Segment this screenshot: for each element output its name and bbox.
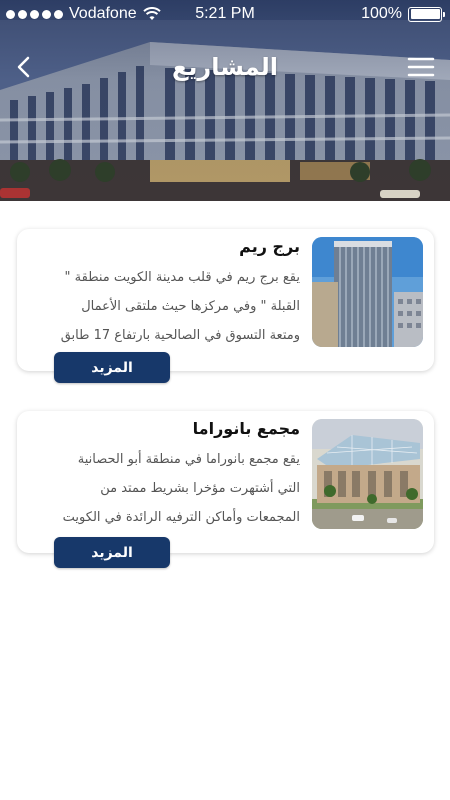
header-hero-image <box>0 0 450 201</box>
page-title: المشاريع <box>172 53 278 81</box>
status-right: 100% <box>361 5 445 23</box>
description-line: يقع برج ريم في قلب مدينة الكويت منطقة " <box>64 270 300 285</box>
project-description: يقع برج ريم في قلب مدينة الكويت منطقة " … <box>20 263 300 350</box>
more-button[interactable]: المزيد <box>54 352 170 383</box>
project-thumbnail <box>312 237 423 347</box>
battery-percent: 100% <box>361 5 402 22</box>
status-bar: Vodafone 5:21 PM 100% <box>0 0 450 30</box>
description-line: المجمعات وأماكن الترفيه الرائدة في الكوي… <box>62 510 300 525</box>
menu-button[interactable] <box>406 52 436 82</box>
description-line: يقع مجمع بانوراما في منطقة أبو الحصانية <box>77 452 300 467</box>
project-card-reem-tower[interactable]: برج ريم يقع برج ريم في قلب مدينة الكويت … <box>17 229 434 383</box>
battery-icon <box>408 6 445 22</box>
project-thumbnail <box>312 419 423 529</box>
hero-overlay <box>0 0 450 201</box>
project-description: يقع مجمع بانوراما في منطقة أبو الحصانية … <box>20 445 300 532</box>
project-title: برج ريم <box>239 237 300 256</box>
description-line: القبلة " وفي مركزها حيث ملتقى الأعمال <box>81 299 300 314</box>
more-button[interactable]: المزيد <box>54 537 170 568</box>
project-title: مجمع بانوراما <box>192 419 300 438</box>
tower-image <box>312 237 423 347</box>
hamburger-menu-icon <box>407 57 435 77</box>
mall-image <box>312 419 423 529</box>
project-card-panorama-mall[interactable]: مجمع بانوراما يقع مجمع بانوراما في منطقة… <box>17 411 434 568</box>
description-line: التي أشتهرت مؤخرا بشريط ممتد من <box>100 481 300 496</box>
description-line: ومتعة التسوق في الصالحية بارتفاع 17 طابق <box>60 328 300 343</box>
